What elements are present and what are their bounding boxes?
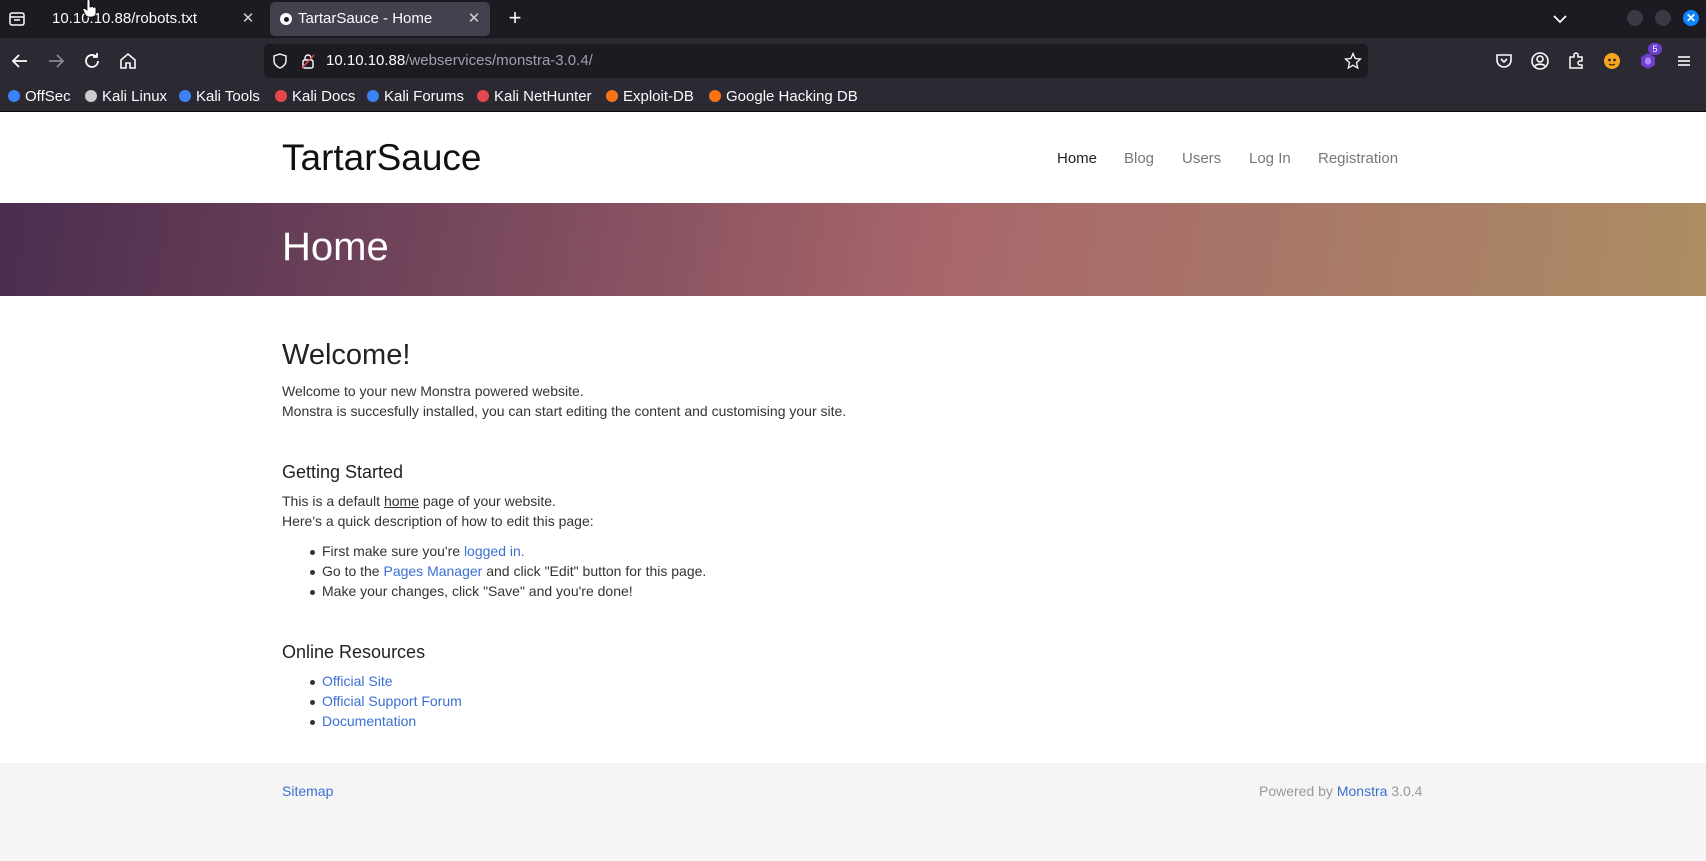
- text: First make sure you're: [322, 543, 464, 559]
- exploit-db-icon: [606, 90, 618, 102]
- chevron-down-icon[interactable]: [1549, 8, 1571, 30]
- bookmark-label: Kali Forums: [384, 88, 465, 105]
- text: This is a default: [282, 493, 384, 509]
- tracking-protection-shield-icon[interactable]: [272, 53, 288, 69]
- tab-title: 10.10.10.88/robots.txt: [52, 10, 198, 27]
- sitemap-link[interactable]: Sitemap: [282, 783, 333, 799]
- list-item: Documentation: [309, 713, 416, 729]
- hero-title: Home: [282, 225, 389, 269]
- online-resources-heading: Online Resources: [282, 642, 426, 662]
- url-text[interactable]: 10.10.10.88/webservices/monstra-3.0.4/: [326, 44, 593, 78]
- text: Go to the: [322, 563, 384, 579]
- kali-forums-icon: [367, 90, 379, 102]
- extension-fox-icon[interactable]: [1600, 49, 1624, 73]
- offsec-icon: [8, 90, 20, 102]
- hero-banner: Home: [0, 203, 1706, 296]
- extension-badge: 5: [1648, 43, 1662, 55]
- home-term: home: [383, 493, 419, 509]
- text: Powered by: [1259, 783, 1337, 799]
- url-bar[interactable]: 10.10.10.88/webservices/monstra-3.0.4/: [264, 44, 1368, 78]
- hand-cursor-icon: [82, 0, 98, 18]
- text: and click "Edit" button for this page.: [482, 563, 707, 579]
- bookmark-kali-docs[interactable]: Kali Docs: [275, 84, 355, 112]
- bookmark-exploit-db[interactable]: Exploit-DB: [606, 84, 694, 112]
- powered-by: Powered by Monstra 3.0.4: [1259, 783, 1422, 799]
- version-text: 3.0.4: [1387, 783, 1423, 799]
- site-nav-log-in[interactable]: Log In: [1249, 150, 1291, 167]
- site-footer: Sitemap Powered by Monstra 3.0.4: [0, 763, 1706, 861]
- web-page: TartarSauce Home Blog Users Log In Regis…: [0, 112, 1706, 861]
- text: page of your website.: [418, 493, 556, 509]
- bookmark-kali-nethunter[interactable]: Kali NetHunter: [477, 84, 592, 112]
- url-host: 10.10.10.88: [326, 52, 406, 69]
- getting-started-line-2: Here's a quick description of how to edi…: [282, 513, 594, 529]
- getting-started-line-1: This is a default home page of your webs…: [282, 493, 556, 509]
- firefox-view-icon[interactable]: [6, 8, 28, 30]
- navigation-toolbar: 10.10.10.88/webservices/monstra-3.0.4/ 5: [0, 38, 1706, 84]
- site-favicon-icon: [280, 13, 292, 25]
- bookmark-google-hacking-db[interactable]: Google Hacking DB: [709, 84, 858, 112]
- hamburger-menu-icon[interactable]: [1672, 49, 1696, 73]
- documentation-link[interactable]: Documentation: [322, 713, 416, 729]
- url-path: /webservices/monstra-3.0.4/: [405, 52, 593, 69]
- site-nav-users[interactable]: Users: [1182, 150, 1221, 167]
- close-window-button[interactable]: ✕: [1683, 10, 1699, 26]
- list-item: Official Support Forum: [310, 693, 462, 709]
- list-item: Go to the Pages Manager and click "Edit"…: [309, 563, 707, 579]
- official-support-forum-link[interactable]: Official Support Forum: [322, 693, 462, 709]
- close-tab-icon[interactable]: ✕: [465, 2, 483, 36]
- tab-title: TartarSauce - Home: [298, 10, 433, 27]
- kali-tools-icon: [179, 90, 191, 102]
- bookmark-label: Exploit-DB: [623, 88, 694, 105]
- minimize-window-button[interactable]: [1627, 10, 1643, 26]
- back-icon[interactable]: [8, 49, 32, 73]
- pocket-icon[interactable]: [1492, 49, 1516, 73]
- bookmark-label: Kali Docs: [292, 88, 356, 105]
- extensions-puzzle-icon[interactable]: [1564, 49, 1588, 73]
- site-title[interactable]: TartarSauce: [282, 137, 482, 179]
- home-icon[interactable]: [116, 49, 140, 73]
- bookmark-kali-forums[interactable]: Kali Forums: [367, 84, 464, 112]
- logged-in-link[interactable]: logged in.: [464, 543, 525, 559]
- list-item: Make your changes, click "Save" and you'…: [310, 583, 633, 599]
- welcome-line-1: Welcome to your new Monstra powered webs…: [282, 383, 584, 399]
- bookmark-label: Kali NetHunter: [494, 88, 592, 105]
- pages-manager-link[interactable]: Pages Manager: [383, 563, 482, 579]
- extension-addon-icon[interactable]: 5: [1636, 43, 1662, 73]
- list-item: Official Site: [310, 673, 393, 689]
- reload-icon[interactable]: [80, 49, 104, 73]
- kali-dragon-icon: [85, 90, 97, 102]
- close-tab-icon[interactable]: ✕: [239, 2, 257, 36]
- bookmark-label: Google Hacking DB: [726, 88, 858, 105]
- kali-docs-icon: [275, 90, 287, 102]
- account-icon[interactable]: [1528, 49, 1552, 73]
- site-nav-home[interactable]: Home: [1057, 150, 1097, 167]
- bookmark-star-icon[interactable]: [1343, 51, 1363, 70]
- tab-tartarsauce-home[interactable]: TartarSauce - Home ✕: [270, 2, 490, 36]
- kali-nethunter-icon: [477, 90, 489, 102]
- bookmark-label: Kali Tools: [196, 88, 260, 105]
- bookmark-label: OffSec: [25, 88, 71, 105]
- maximize-window-button[interactable]: [1655, 10, 1671, 26]
- new-tab-icon[interactable]: +: [502, 6, 528, 32]
- monstra-link[interactable]: Monstra: [1337, 783, 1388, 799]
- official-site-link[interactable]: Official Site: [322, 673, 393, 689]
- welcome-line-2: Monstra is succesfully installed, you ca…: [282, 403, 847, 419]
- site-nav-registration[interactable]: Registration: [1318, 150, 1398, 167]
- tab-robots[interactable]: 10.10.10.88/robots.txt ✕: [40, 2, 262, 36]
- insecure-lock-icon[interactable]: [300, 53, 316, 69]
- bookmark-label: Kali Linux: [102, 88, 168, 105]
- list-item: First make sure you're logged in.: [310, 543, 525, 559]
- site-nav-blog[interactable]: Blog: [1124, 150, 1154, 167]
- google-hacking-db-icon: [709, 90, 721, 102]
- bookmark-kali-linux[interactable]: Kali Linux: [85, 84, 167, 112]
- bookmark-kali-tools[interactable]: Kali Tools: [179, 84, 260, 112]
- tab-bar: 10.10.10.88/robots.txt ✕ TartarSauce - H…: [0, 0, 1706, 38]
- bookmark-offsec[interactable]: OffSec: [8, 84, 71, 112]
- forward-icon[interactable]: [44, 49, 68, 73]
- getting-started-heading: Getting Started: [282, 462, 404, 482]
- welcome-heading: Welcome!: [282, 339, 411, 371]
- bookmarks-toolbar: OffSec Kali Linux Kali Tools Kali Docs K…: [0, 84, 1706, 112]
